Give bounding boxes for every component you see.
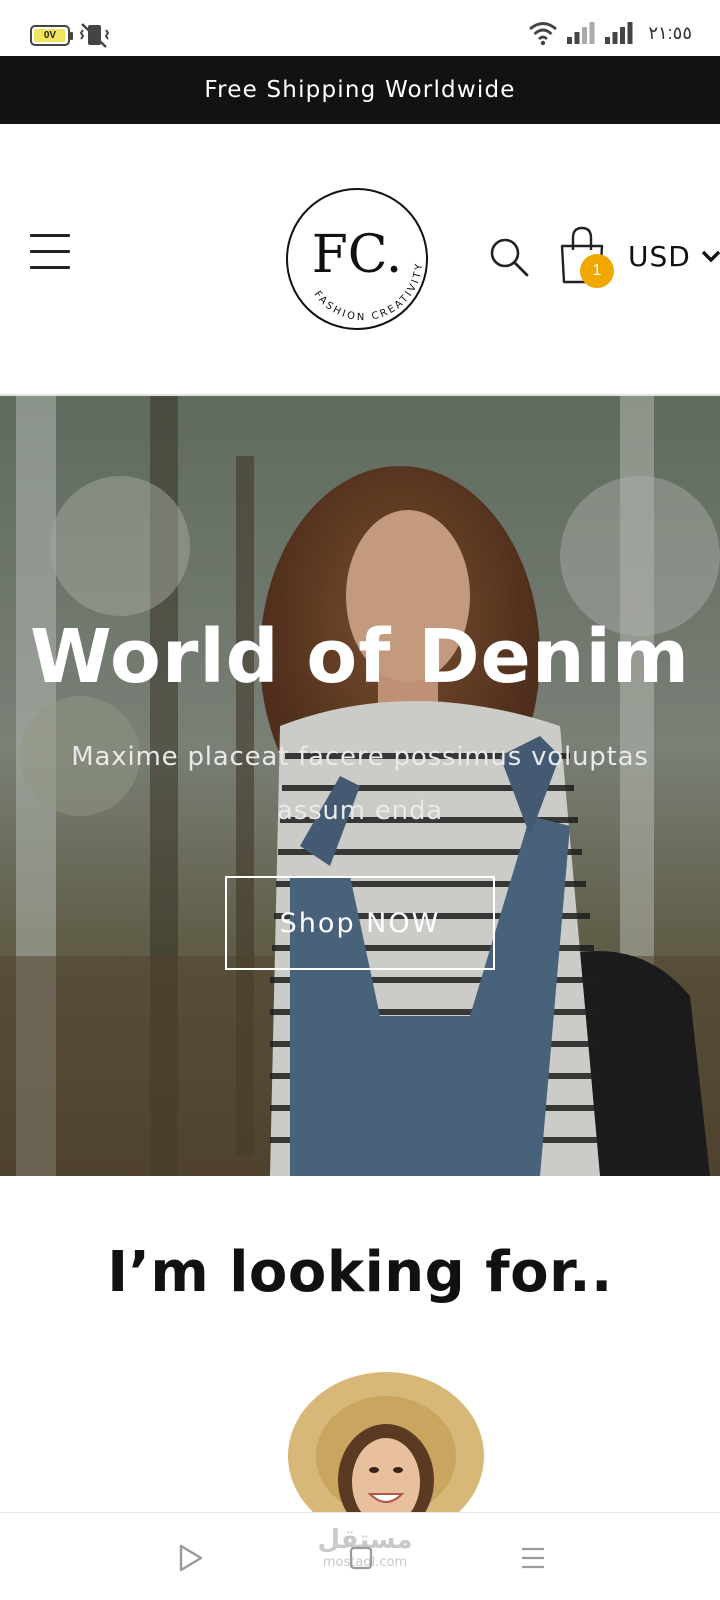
clock: ٢١:٥٥ xyxy=(648,22,692,43)
vibrate-icon xyxy=(79,23,110,48)
announcement-bar: Free Shipping Worldwide xyxy=(0,56,720,124)
menu-button[interactable] xyxy=(30,234,70,274)
status-right: ٢١:٥٥ xyxy=(528,20,692,46)
battery-label: 0V xyxy=(43,29,57,41)
signal-icon xyxy=(605,22,633,44)
hero-title: World of Denim xyxy=(30,614,690,700)
system-nav-bar: مستقل mostaql.com xyxy=(0,1512,720,1600)
announcement-text: Free Shipping Worldwide xyxy=(204,77,516,103)
battery-icon: 0V xyxy=(30,24,73,46)
category-image[interactable] xyxy=(286,1370,486,1512)
cart-count-badge: 1 xyxy=(580,254,614,288)
chevron-down-icon xyxy=(701,250,720,262)
wifi-icon xyxy=(529,22,558,46)
hero-banner: World of Denim Maxime placeat facere pos… xyxy=(0,396,720,1176)
currency-label: USD xyxy=(628,240,691,273)
currency-selector[interactable]: USD xyxy=(628,240,720,273)
recent-apps-icon[interactable] xyxy=(520,1545,546,1571)
logo-text: FC. xyxy=(312,225,403,285)
section-title: I’m looking for.. xyxy=(107,1240,613,1305)
home-icon[interactable] xyxy=(348,1545,374,1571)
logo[interactable]: FC. FASHION CREATIVITY xyxy=(284,186,430,332)
shop-now-button[interactable]: Shop NOW xyxy=(225,876,495,970)
search-icon[interactable] xyxy=(488,236,530,278)
signal-icon xyxy=(567,22,595,44)
site-header: FC. FASHION CREATIVITY USD xyxy=(0,124,720,396)
status-bar: 0V ٢١:٥٥ xyxy=(0,0,720,56)
status-left: 0V xyxy=(30,22,112,48)
hero-subtitle: Maxime placeat facere possimus voluptas … xyxy=(71,742,649,826)
back-icon[interactable] xyxy=(176,1543,204,1573)
